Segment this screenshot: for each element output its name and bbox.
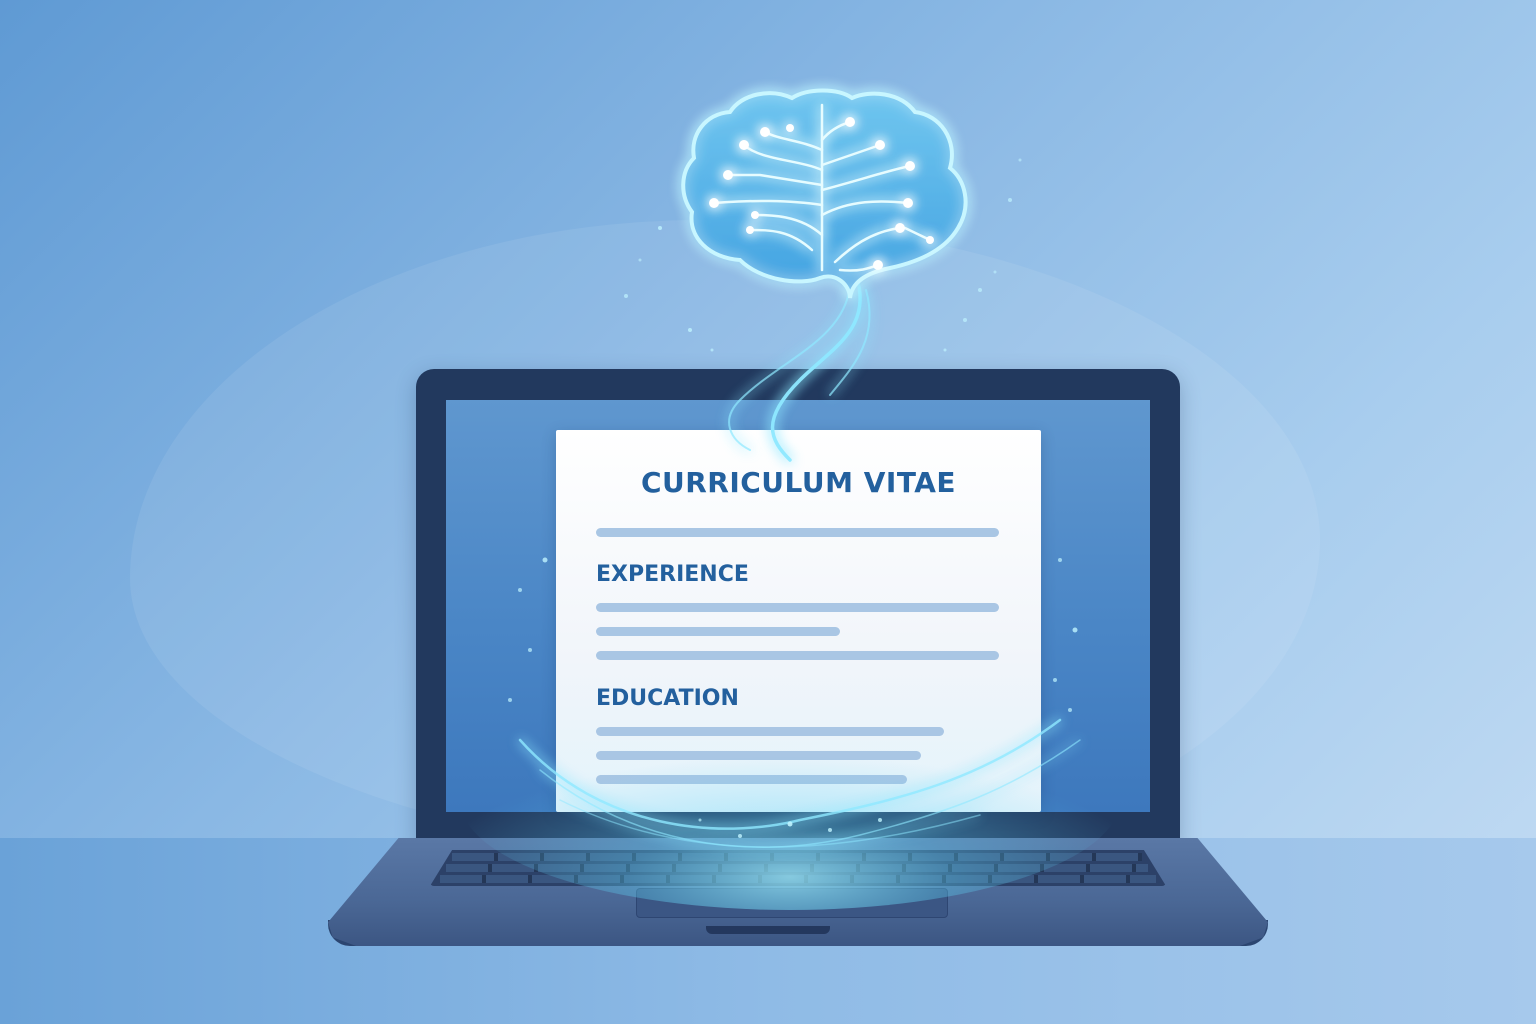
section-heading-experience: EXPERIENCE: [596, 562, 749, 587]
cv-content: CURRICULUM VITAE: [556, 0, 1041, 1024]
illustration-scene: CURRICULUM VITAE EXPERIENCE EDUCATION: [0, 0, 1536, 1024]
text-placeholder-line: [596, 603, 999, 612]
cv-title: CURRICULUM VITAE: [640, 466, 957, 499]
cv-divider-line: [596, 528, 999, 537]
text-placeholder-line: [596, 651, 999, 660]
text-placeholder-line: [596, 775, 907, 784]
text-placeholder-line: [596, 627, 840, 636]
text-placeholder-line: [596, 727, 944, 736]
text-placeholder-line: [596, 751, 921, 760]
section-heading-education: EDUCATION: [596, 686, 739, 711]
